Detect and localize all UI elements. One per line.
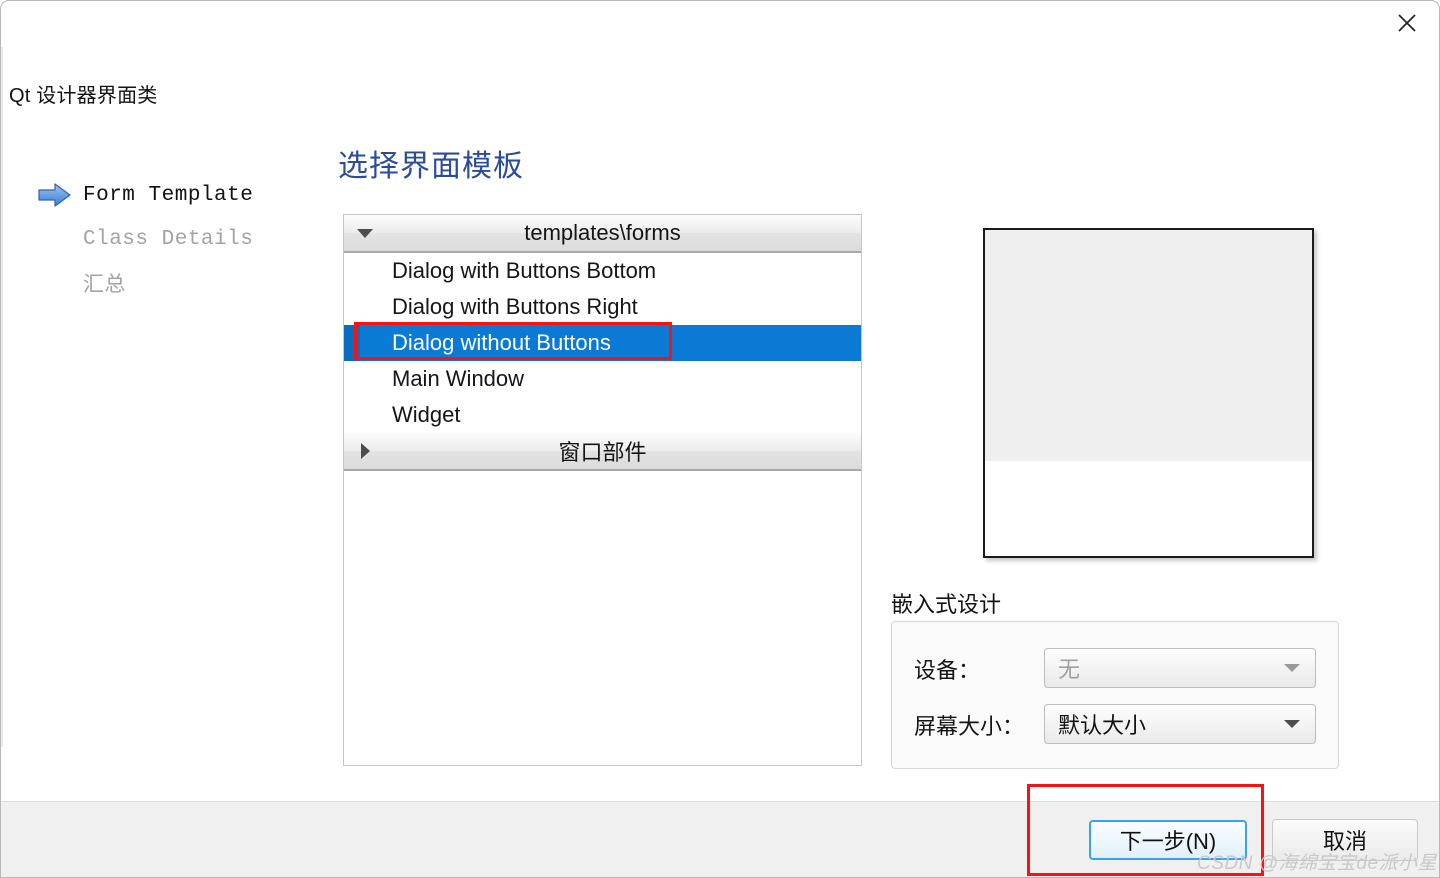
screen-size-value: 默认大小 — [1058, 713, 1147, 738]
step-marker-placeholder — [37, 225, 83, 253]
list-item[interactable]: Dialog with Buttons Right — [344, 289, 861, 325]
close-icon[interactable] — [1379, 3, 1435, 43]
watermark: CSDN @海绵宝宝de派小星 — [1197, 853, 1438, 874]
qt-designer-wizard-window: Qt 设计器界面类 Form Template Class Details 汇总… — [0, 0, 1440, 878]
window-titlebar — [1, 1, 1439, 47]
tree-item-label: Main Window — [392, 366, 525, 391]
triangle-down-icon[interactable] — [344, 227, 386, 239]
list-item-selected[interactable]: Dialog without Buttons — [344, 325, 861, 361]
list-item[interactable]: Main Window — [344, 361, 861, 397]
tree-group-header-templates-forms[interactable]: templates\forms — [344, 215, 861, 253]
sidebar-item-label: Form Template — [83, 183, 254, 207]
screen-size-dropdown[interactable]: 默认大小 — [1044, 704, 1316, 744]
device-value: 无 — [1058, 657, 1081, 682]
screen-size-label: 屏幕大小： — [914, 714, 1025, 739]
device-dropdown[interactable]: 无 — [1044, 648, 1316, 688]
embedded-design-heading: 嵌入式设计 — [891, 592, 1002, 617]
tree-item-label: Dialog with Buttons Right — [392, 294, 638, 319]
triangle-right-icon[interactable] — [344, 442, 386, 460]
window-edge-shadow — [1, 47, 3, 747]
tree-group-label: templates\forms — [524, 220, 681, 245]
tree-item-label: Dialog without Buttons — [392, 330, 611, 355]
preview-body — [985, 230, 1312, 462]
tree-group-label: 窗口部件 — [558, 440, 647, 465]
list-item[interactable]: Dialog with Buttons Bottom — [344, 253, 861, 289]
embedded-design-group: 设备： 无 屏幕大小： 默认大小 — [891, 621, 1339, 769]
chevron-down-icon — [1269, 719, 1315, 729]
sidebar-item-form-template[interactable]: Form Template — [37, 173, 327, 217]
arrow-right-icon — [37, 181, 83, 209]
page-title: Qt 设计器界面类 — [9, 85, 158, 107]
sidebar-item-label: 汇总 — [83, 273, 126, 296]
sidebar-item-class-details[interactable]: Class Details — [37, 217, 327, 261]
selection-indicator — [344, 325, 360, 361]
device-label: 设备： — [914, 658, 981, 683]
preview-footer — [985, 461, 1312, 556]
step-marker-placeholder — [37, 269, 83, 297]
template-tree[interactable]: templates\forms Dialog with Buttons Bott… — [343, 214, 862, 766]
wizard-step-list: Form Template Class Details 汇总 — [37, 173, 327, 305]
sidebar-item-label: Class Details — [83, 227, 254, 251]
tree-item-label: Widget — [392, 402, 461, 427]
sidebar-item-summary[interactable]: 汇总 — [37, 261, 327, 305]
chevron-down-icon — [1269, 663, 1315, 673]
tree-item-label: Dialog with Buttons Bottom — [392, 258, 657, 283]
section-heading: 选择界面模板 — [338, 150, 524, 183]
tree-group-header-widgets[interactable]: 窗口部件 — [344, 433, 861, 471]
template-preview — [983, 228, 1314, 558]
list-item[interactable]: Widget — [344, 397, 861, 433]
